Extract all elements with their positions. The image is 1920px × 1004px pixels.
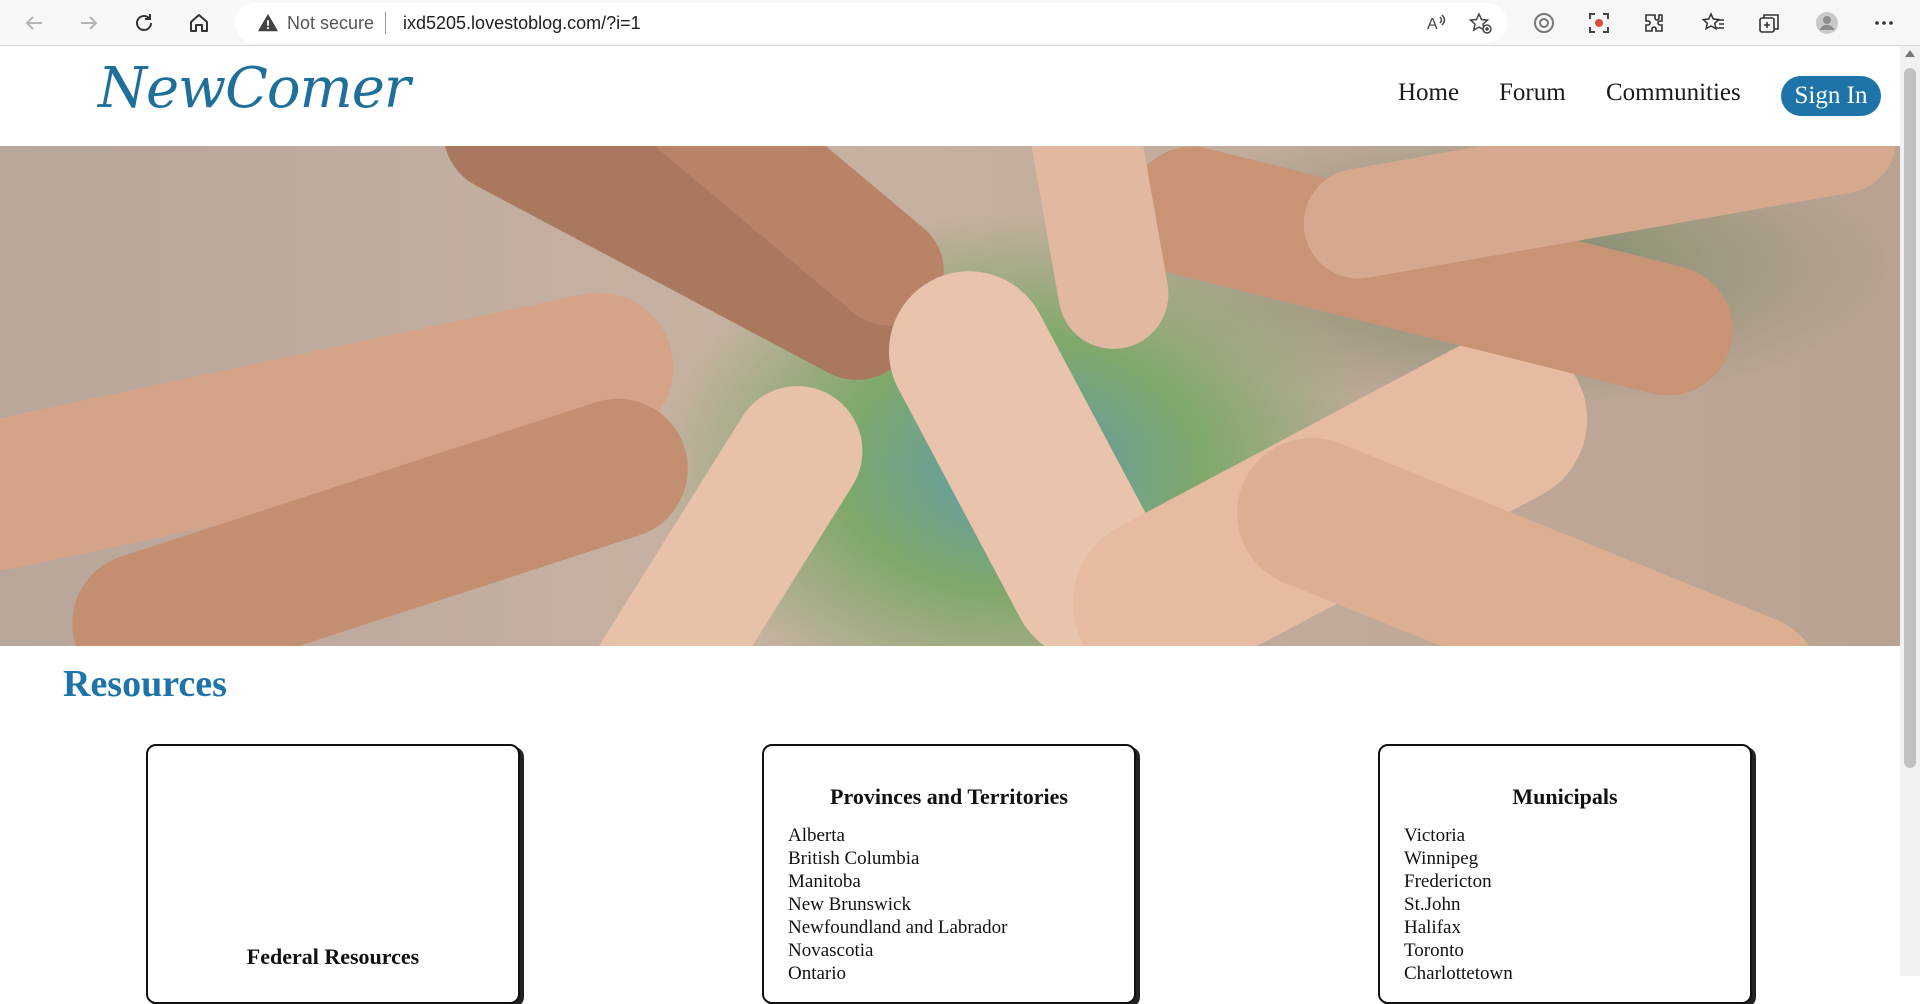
list-item[interactable]: Charlottetown [1404, 962, 1513, 985]
scroll-up-icon[interactable] [1905, 50, 1915, 57]
read-aloud-icon[interactable]: A [1424, 11, 1448, 35]
svg-text:A: A [1427, 16, 1438, 33]
list-item[interactable]: Manitoba [788, 870, 1007, 893]
extensions-button[interactable] [1635, 5, 1673, 41]
favorites-icon [1702, 12, 1724, 31]
refresh-button[interactable] [125, 5, 163, 41]
tracking-icon [1534, 13, 1554, 33]
site-header: NewComer Home Forum Communities Sign In [0, 46, 1900, 146]
nav-communities[interactable]: Communities [1606, 79, 1741, 107]
tracking-button[interactable] [1525, 5, 1563, 41]
list-item[interactable]: Fredericton [1404, 870, 1513, 893]
site-logo[interactable]: NewComer [98, 56, 411, 121]
security-label[interactable]: Not secure [287, 13, 374, 34]
provinces-card[interactable]: Provinces and Territories Alberta Britis… [762, 744, 1136, 1004]
back-icon [25, 16, 42, 30]
nav-forum[interactable]: Forum [1499, 79, 1566, 107]
more-button[interactable] [1865, 5, 1903, 41]
screenshot-button[interactable] [1580, 5, 1618, 41]
list-item[interactable]: Halifax [1404, 916, 1513, 939]
federal-resources-card[interactable]: Federal Resources [146, 744, 520, 1004]
list-item[interactable]: Novascotia [788, 939, 1007, 962]
card-title[interactable]: Federal Resources [148, 944, 518, 970]
url-text[interactable]: ixd5205.lovestoblog.com/?i=1 [403, 13, 641, 34]
forward-button[interactable] [70, 5, 108, 41]
warning-icon [257, 13, 279, 32]
favorites-button[interactable] [1695, 5, 1733, 41]
home-icon [190, 14, 208, 32]
hero-image [0, 146, 1900, 646]
address-bar[interactable]: Not secure ixd5205.lovestoblog.com/?i=1 … [235, 3, 1507, 43]
favorite-add-icon[interactable] [1468, 11, 1492, 35]
back-button[interactable] [15, 5, 53, 41]
municipals-card[interactable]: Municipals Victoria Winnipeg Fredericton… [1378, 744, 1752, 1004]
list-item[interactable]: Ontario [788, 962, 1007, 985]
list-item[interactable]: Newfoundland and Labrador [788, 916, 1007, 939]
more-icon [1875, 21, 1893, 25]
card-title[interactable]: Municipals [1380, 784, 1750, 810]
collections-button[interactable] [1750, 5, 1788, 41]
page-scrollbar[interactable] [1900, 46, 1920, 976]
extensions-icon [1645, 14, 1663, 32]
list-item[interactable]: St.John [1404, 893, 1513, 916]
list-item[interactable]: Alberta [788, 824, 1007, 847]
municipals-list: Victoria Winnipeg Fredericton St.John Ha… [1404, 824, 1513, 985]
home-button[interactable] [180, 5, 218, 41]
screenshot-icon [1589, 13, 1609, 33]
refresh-icon [136, 14, 152, 31]
nav-home[interactable]: Home [1398, 79, 1459, 107]
list-item[interactable]: New Brunswick [788, 893, 1007, 916]
scrollbar-thumb[interactable] [1904, 68, 1916, 768]
card-title[interactable]: Provinces and Territories [764, 784, 1134, 810]
sign-in-button[interactable]: Sign In [1781, 76, 1881, 116]
list-item[interactable]: Victoria [1404, 824, 1513, 847]
provinces-list: Alberta British Columbia Manitoba New Br… [788, 824, 1007, 985]
list-item[interactable]: British Columbia [788, 847, 1007, 870]
browser-toolbar: Not secure ixd5205.lovestoblog.com/?i=1 … [0, 0, 1920, 46]
profile-icon [1816, 12, 1838, 34]
resources-heading: Resources [63, 663, 227, 705]
forward-icon [81, 16, 98, 30]
profile-button[interactable] [1808, 5, 1846, 41]
collections-icon [1759, 14, 1779, 33]
list-item[interactable]: Toronto [1404, 939, 1513, 962]
list-item[interactable]: Winnipeg [1404, 847, 1513, 870]
address-separator [385, 12, 386, 34]
